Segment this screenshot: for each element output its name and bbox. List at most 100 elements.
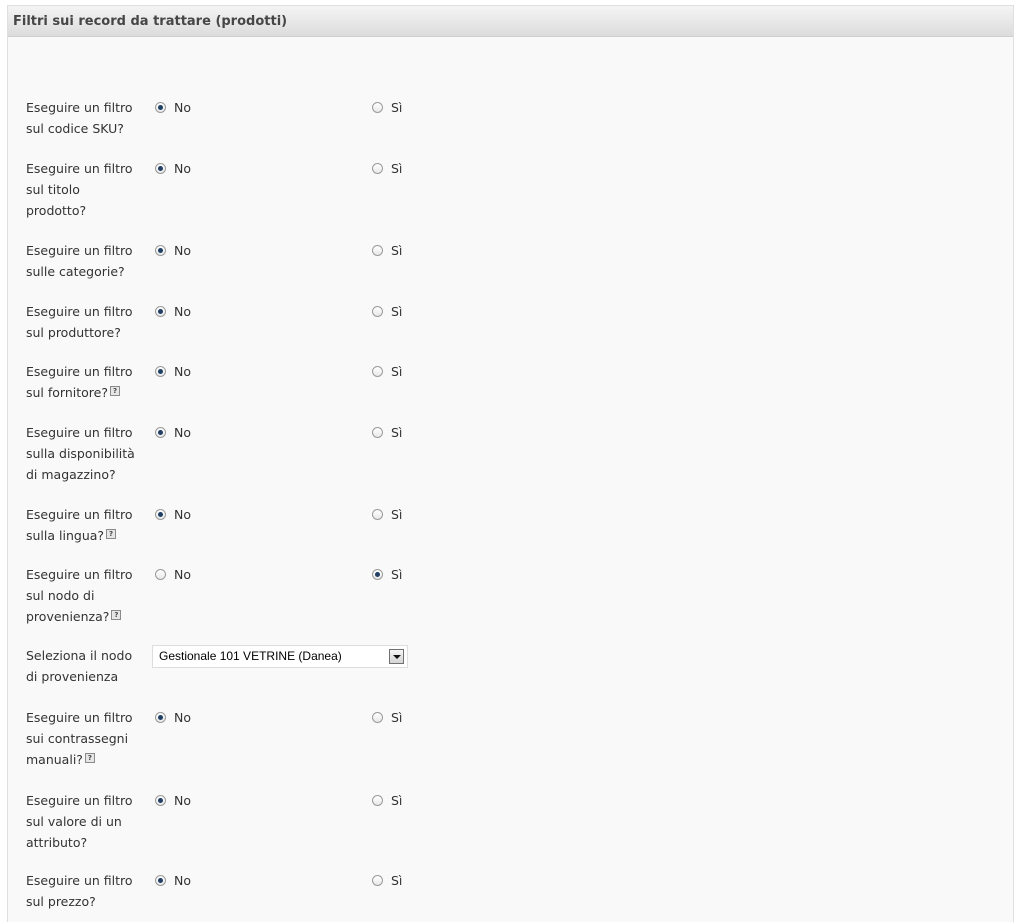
filter-label-line: attributo? bbox=[26, 835, 88, 850]
filter-label: Eseguire un filtro sul produttore? bbox=[26, 301, 148, 343]
filter-label: Eseguire un filtro sul prezzo? bbox=[26, 870, 148, 912]
radio-option-no[interactable]: No bbox=[155, 566, 191, 582]
help-icon[interactable]: ? bbox=[111, 610, 122, 620]
radio-no[interactable] bbox=[155, 101, 166, 113]
filter-label-line: Eseguire un filtro bbox=[26, 243, 133, 258]
help-icon[interactable]: ? bbox=[106, 529, 117, 539]
filter-label: Seleziona il nodo di provenienza bbox=[26, 645, 148, 687]
radio-label-si: Sì bbox=[391, 363, 403, 379]
radio-label-si: Sì bbox=[391, 160, 403, 176]
radio-option-no[interactable]: No bbox=[155, 303, 191, 319]
filter-label-line: di provenienza bbox=[26, 669, 119, 684]
radio-option-no[interactable]: No bbox=[155, 242, 191, 258]
radio-si[interactable] bbox=[372, 874, 383, 886]
radio-option-si[interactable]: Sì bbox=[372, 303, 402, 319]
radio-si[interactable] bbox=[372, 305, 383, 317]
radio-no[interactable] bbox=[155, 711, 166, 723]
radio-option-si[interactable]: Sì bbox=[372, 160, 402, 176]
radio-option-no[interactable]: No bbox=[155, 160, 191, 176]
radio-label-no: No bbox=[174, 99, 191, 115]
filter-label-line: sul fornitore? bbox=[26, 385, 108, 400]
filter-label: Eseguire un filtro sulla disponibilità di … bbox=[26, 422, 148, 485]
radio-no[interactable] bbox=[155, 568, 166, 580]
radio-option-no[interactable]: No bbox=[155, 872, 191, 888]
radio-option-si[interactable]: Sì bbox=[372, 363, 402, 379]
radio-option-no[interactable]: No bbox=[155, 506, 191, 522]
radio-option-no[interactable]: No bbox=[155, 363, 191, 379]
filter-label-line: sulla disponibilità bbox=[26, 446, 135, 461]
radio-label-no: No bbox=[174, 242, 191, 258]
radio-no[interactable] bbox=[155, 794, 166, 806]
radio-no[interactable] bbox=[155, 365, 166, 377]
radio-label-no: No bbox=[174, 506, 191, 522]
filter-label-line: manuali? bbox=[26, 752, 83, 767]
filter-label: Eseguire un filtro sul nodo di provenienza… bbox=[26, 564, 148, 627]
filter-label-line: Eseguire un filtro bbox=[26, 507, 133, 522]
filter-label-line: sul valore di un bbox=[26, 814, 122, 829]
radio-option-no[interactable]: No bbox=[155, 99, 191, 115]
filter-label-line: Eseguire un filtro bbox=[26, 793, 133, 808]
filter-label-line: Eseguire un filtro bbox=[26, 161, 133, 176]
filter-label-line: sulla lingua? bbox=[26, 528, 105, 543]
radio-label-no: No bbox=[174, 566, 191, 582]
filter-label-line: sulle categorie? bbox=[26, 264, 125, 279]
radio-option-si[interactable]: Sì bbox=[372, 566, 402, 582]
radio-option-si[interactable]: Sì bbox=[372, 709, 402, 725]
filter-label-line: Eseguire un filtro bbox=[26, 425, 133, 440]
filters-panel: Filtri sui record da trattare (prodotti)… bbox=[7, 5, 1014, 922]
filter-label: Eseguire un filtro sui contrassegni manual… bbox=[26, 707, 148, 770]
radio-no[interactable] bbox=[155, 305, 166, 317]
radio-no[interactable] bbox=[155, 874, 166, 886]
radio-no[interactable] bbox=[155, 162, 166, 174]
radio-label-si: Sì bbox=[391, 709, 403, 725]
source-node-select[interactable]: Gestionale 101 VETRINE (Danea) bbox=[152, 645, 408, 668]
radio-option-si[interactable]: Sì bbox=[372, 792, 402, 808]
filter-label: Eseguire un filtro sul titolo prodotto? bbox=[26, 158, 148, 221]
filter-label-line: Eseguire un filtro bbox=[26, 100, 133, 115]
radio-option-si[interactable]: Sì bbox=[372, 506, 402, 522]
radio-option-si[interactable]: Sì bbox=[372, 99, 402, 115]
radio-no[interactable] bbox=[155, 426, 166, 438]
radio-si[interactable] bbox=[372, 508, 383, 520]
filter-label-line: Eseguire un filtro bbox=[26, 304, 133, 319]
chevron-down-icon[interactable] bbox=[389, 649, 404, 664]
filter-label-line: sul produttore? bbox=[26, 325, 121, 340]
radio-si[interactable] bbox=[372, 162, 383, 174]
radio-si[interactable] bbox=[372, 365, 383, 377]
radio-option-si[interactable]: Sì bbox=[372, 424, 402, 440]
radio-label-no: No bbox=[174, 363, 191, 379]
radio-si[interactable] bbox=[372, 794, 383, 806]
radio-label-no: No bbox=[174, 424, 191, 440]
filter-label-line: Eseguire un filtro bbox=[26, 364, 133, 379]
help-icon[interactable]: ? bbox=[84, 753, 95, 763]
filter-label-line: Seleziona il nodo bbox=[26, 648, 133, 663]
radio-option-no[interactable]: No bbox=[155, 792, 191, 808]
radio-label-si: Sì bbox=[391, 872, 403, 888]
filter-label: Eseguire un filtro sul valore di un attrib… bbox=[26, 790, 148, 853]
radio-si[interactable] bbox=[372, 426, 383, 438]
filter-label-line: Eseguire un filtro bbox=[26, 873, 133, 888]
radio-label-no: No bbox=[174, 303, 191, 319]
filter-label-line: sul prezzo? bbox=[26, 894, 96, 909]
radio-si[interactable] bbox=[372, 568, 383, 580]
help-icon[interactable]: ? bbox=[109, 386, 120, 396]
filter-label-line: Eseguire un filtro bbox=[26, 710, 133, 725]
radio-label-si: Sì bbox=[391, 99, 403, 115]
radio-option-no[interactable]: No bbox=[155, 709, 191, 725]
filter-label-line: sul titolo bbox=[26, 182, 80, 197]
radio-no[interactable] bbox=[155, 508, 166, 520]
radio-si[interactable] bbox=[372, 244, 383, 256]
filter-label-line: di magazzino? bbox=[26, 467, 116, 482]
radio-no[interactable] bbox=[155, 244, 166, 256]
radio-si[interactable] bbox=[372, 711, 383, 723]
radio-label-si: Sì bbox=[391, 242, 403, 258]
select-value: Gestionale 101 VETRINE (Danea) bbox=[159, 649, 342, 663]
radio-label-no: No bbox=[174, 792, 191, 808]
radio-option-si[interactable]: Sì bbox=[372, 242, 402, 258]
radio-si[interactable] bbox=[372, 101, 383, 113]
radio-label-si: Sì bbox=[391, 424, 403, 440]
radio-option-no[interactable]: No bbox=[155, 424, 191, 440]
filter-label-line: prodotto? bbox=[26, 203, 87, 218]
radio-option-si[interactable]: Sì bbox=[372, 872, 402, 888]
radio-label-no: No bbox=[174, 872, 191, 888]
